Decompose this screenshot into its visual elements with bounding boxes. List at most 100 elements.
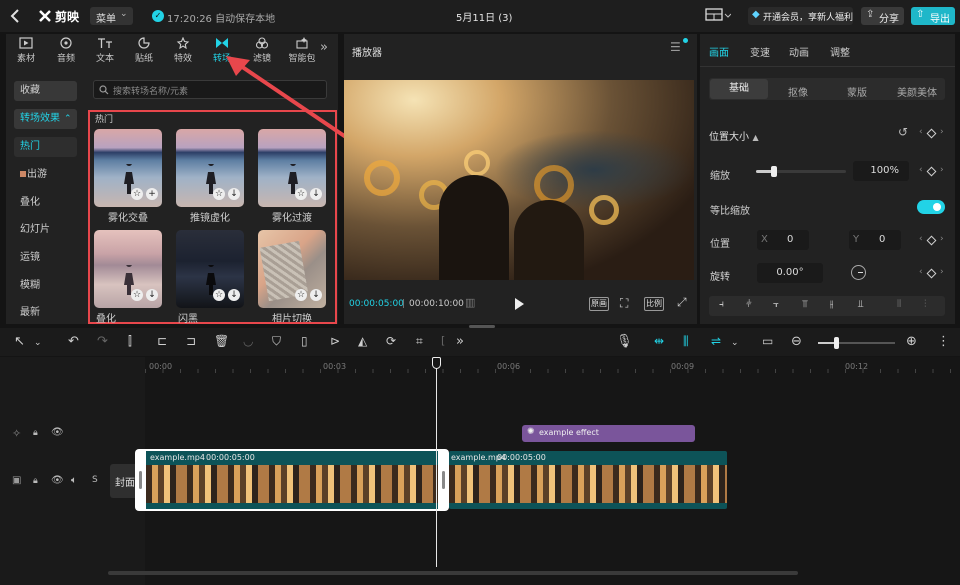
next-keyframe-icon[interactable]: › (940, 267, 944, 277)
chevron-down-icon[interactable]: ⌄ (731, 338, 739, 348)
prev-keyframe-icon[interactable]: ‹ (919, 127, 923, 137)
align-bottom-icon[interactable]: ⫫ (858, 299, 864, 310)
favorite-icon[interactable]: ☆ (131, 289, 143, 301)
crop-icon[interactable]: ⌗ (416, 334, 423, 349)
zoom-slider[interactable] (818, 337, 895, 349)
snap-icon[interactable]: ⫼ (683, 334, 689, 349)
transition-thumb-flash-black[interactable]: ☆ ↓ (176, 230, 244, 308)
select-tool-icon[interactable]: ↖ (14, 334, 25, 349)
align-top-icon[interactable]: ⫪ (802, 299, 808, 310)
project-title[interactable]: 5月11日 (3) (456, 9, 512, 24)
mark-icon[interactable]: ◡ (243, 334, 253, 348)
ratio-button[interactable]: 比例 (644, 297, 664, 311)
transition-thumb-dissolve[interactable]: ☆ ↓ (94, 230, 162, 308)
prev-keyframe-icon[interactable]: ‹ (919, 165, 923, 175)
share-button[interactable]: ⇪ 分享 (861, 7, 904, 25)
playhead-handle[interactable] (432, 357, 441, 369)
video-clip[interactable]: example.mp4 00:00:05:00 (449, 451, 727, 509)
uniform-scale-toggle[interactable] (917, 200, 945, 214)
download-icon[interactable]: ↓ (310, 188, 322, 200)
more-options-icon[interactable]: ⋮ (937, 334, 950, 349)
favorite-icon[interactable]: ☆ (213, 289, 225, 301)
shield-icon[interactable]: ⛉ (272, 334, 281, 349)
zoom-in-icon[interactable]: ⊕ (906, 334, 917, 349)
prev-keyframe-icon[interactable]: ‹ (919, 234, 923, 244)
sidebar-item-camera-move[interactable]: 运镜 (14, 248, 77, 268)
original-quality-button[interactable]: 原画 (589, 297, 609, 311)
menu-button[interactable]: 菜单 ⌄ (90, 7, 133, 25)
preview-axis-icon[interactable]: ▭ (762, 334, 773, 348)
layout-icon[interactable] (705, 7, 731, 23)
tab-text[interactable]: 文本 (85, 37, 125, 64)
zoom-out-icon[interactable]: ⊖ (791, 334, 802, 349)
lock-icon[interactable]: 🔒︎ (33, 476, 38, 486)
distribute-v-icon[interactable]: ⫶ (924, 299, 927, 310)
sidebar-item-hot[interactable]: 热门 (14, 137, 77, 157)
download-icon[interactable]: ↓ (228, 289, 240, 301)
vip-button[interactable]: ◆ 开通会员，享新人福利 (748, 7, 853, 25)
scale-slider[interactable] (756, 166, 846, 177)
tab-media[interactable]: 素材 (6, 37, 46, 64)
redo-icon[interactable]: ↷ (97, 334, 108, 349)
player-menu-icon[interactable]: ☰ (670, 40, 681, 54)
sidebar-item-travel[interactable]: 出游 (14, 165, 77, 185)
download-icon[interactable]: ↓ (228, 188, 240, 200)
zoom-slider-knob[interactable] (834, 337, 839, 349)
inspector-tab-speed[interactable]: 变速 (750, 44, 770, 59)
position-size-header[interactable]: 位置大小 ▲ (709, 128, 759, 143)
waveform-icon[interactable]: ▥ (465, 296, 475, 309)
sidebar-item-slideshow[interactable]: 幻灯片 (14, 220, 77, 240)
freeze-frame-icon[interactable]: ▯ (301, 334, 308, 348)
play-icon[interactable] (514, 298, 524, 310)
sidebar-item-transition-effects[interactable]: 转场效果 ⌃ (14, 109, 77, 129)
more-tools-icon[interactable]: » (456, 334, 464, 349)
sidebar-item-blur[interactable]: 模糊 (14, 276, 77, 296)
subtab-keying[interactable]: 抠像 (788, 84, 808, 99)
volume-icon[interactable]: 🔈︎ (71, 475, 77, 486)
screenshot-icon[interactable]: ⛶ (620, 296, 628, 311)
trim-left-icon[interactable]: ⊏ (157, 334, 167, 348)
align-center-v-icon[interactable]: ⫲ (830, 299, 833, 310)
delete-icon[interactable]: 🗑 (214, 334, 229, 348)
align-right-icon[interactable]: ⫟ (773, 299, 779, 310)
align-left-icon[interactable]: ⫞ (719, 299, 724, 310)
inspector-tab-animation[interactable]: 动画 (789, 44, 809, 59)
subtab-mask[interactable]: 蒙版 (847, 84, 867, 99)
subtab-basic[interactable]: 基础 (710, 79, 768, 99)
chevron-down-icon[interactable]: ⌄ (34, 338, 42, 348)
eye-icon[interactable]: 👁︎ (51, 427, 64, 438)
mirror-icon[interactable]: ◭ (358, 334, 367, 348)
magnet-link-icon[interactable]: ⇹ (654, 334, 664, 348)
fullscreen-icon[interactable]: ⤢ (677, 295, 687, 310)
reverse-play-icon[interactable]: ⊳ (330, 334, 340, 348)
rotate-input[interactable]: 0.00° (757, 263, 823, 283)
inspector-tab-picture[interactable]: 画面 (709, 44, 729, 59)
sidebar-item-dissolve[interactable]: 叠化 (14, 193, 77, 213)
add-icon[interactable]: + (146, 188, 158, 200)
tab-audio[interactable]: 音频 (46, 37, 86, 64)
split-icon[interactable]: ⫿ (128, 334, 132, 349)
track-s-icon[interactable]: S (92, 475, 98, 485)
favorite-icon[interactable]: ☆ (213, 188, 225, 200)
trim-right-icon[interactable]: ⊐ (186, 334, 196, 348)
lock-icon[interactable]: 🔒︎ (33, 428, 38, 438)
effect-clip[interactable]: ✺ example effect (522, 425, 695, 442)
scale-input[interactable]: 100% (853, 161, 909, 181)
sidebar-item-favorites[interactable]: 收藏 (14, 81, 77, 101)
distribute-h-icon[interactable]: ⫴ (897, 299, 901, 310)
trim-handle-left[interactable] (139, 471, 142, 489)
video-clip-selected[interactable]: example.mp4 00:00:05:00 (135, 449, 449, 511)
next-keyframe-icon[interactable]: › (940, 234, 944, 244)
favorite-icon[interactable]: ☆ (295, 289, 307, 301)
undo-icon[interactable]: ↶ (68, 334, 79, 349)
timeline-scrollbar[interactable] (108, 571, 798, 575)
prev-keyframe-icon[interactable]: ‹ (919, 267, 923, 277)
microphone-icon[interactable]: 🎙 (616, 334, 633, 349)
reset-icon[interactable]: ↺ (898, 125, 908, 139)
position-x-input[interactable]: X 0 (757, 230, 809, 250)
linkage-icon[interactable]: ⇌ (711, 334, 721, 348)
rotate-dial-icon[interactable] (851, 265, 866, 280)
transition-thumb-photo-switch[interactable]: ☆ ↓ (258, 230, 326, 308)
next-keyframe-icon[interactable]: › (940, 127, 944, 137)
favorite-icon[interactable]: ☆ (131, 188, 143, 200)
